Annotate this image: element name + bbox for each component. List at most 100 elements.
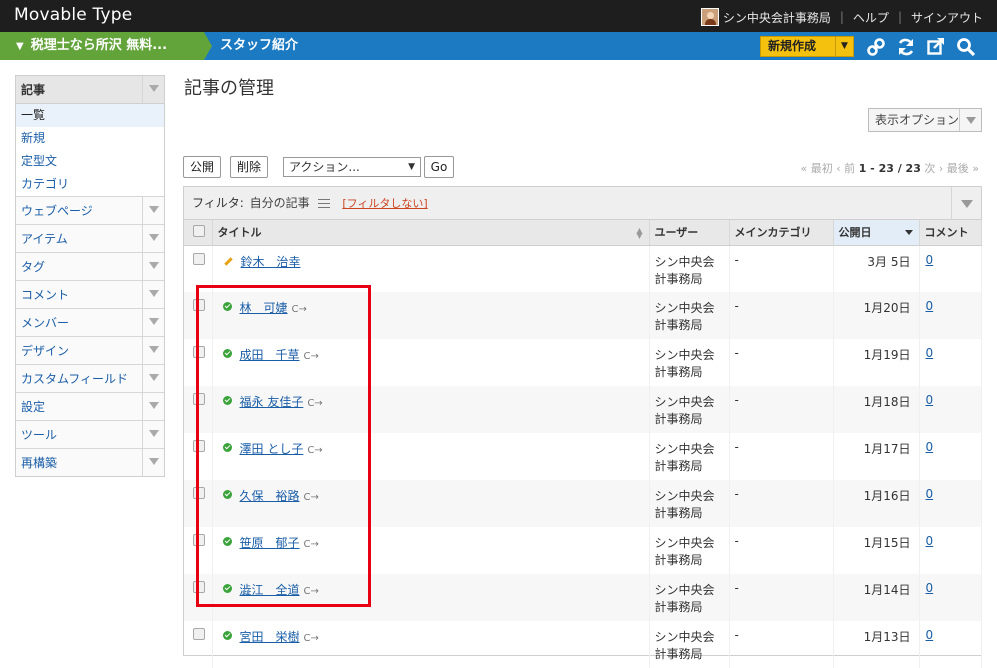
view-entry-icon[interactable]: C→ [307,398,322,409]
entry-title-link[interactable]: 福永 友佳子 [240,395,304,409]
row-checkbox[interactable] [193,534,205,546]
view-entry-icon[interactable]: C→ [292,304,307,315]
comment-count-link[interactable]: 0 [926,440,934,454]
chevron-down-icon[interactable] [951,187,981,220]
chevron-down-icon[interactable] [142,76,164,103]
display-options-button[interactable]: 表示オプション [868,108,982,132]
entry-title-link[interactable]: 宮田 栄樹 [240,630,300,644]
view-entry-icon[interactable]: C→ [304,633,319,644]
chevron-down-icon[interactable] [142,337,164,364]
table-row: 宮田 栄樹 C→ シン中央会計事務局 -1月13日 0 [184,621,982,668]
go-button[interactable]: Go [424,156,454,178]
new-create-button[interactable]: 新規作成 ▼ [760,36,854,57]
pager-prev[interactable]: ‹ 前 [836,162,855,175]
entry-title-link[interactable]: 林 可婕 [240,301,288,315]
sidebar-subitem-categories[interactable]: カテゴリ [16,173,164,196]
comment-count-link[interactable]: 0 [926,534,934,548]
column-header-user[interactable]: ユーザー [649,220,730,246]
pager-next[interactable]: 次 › [924,162,943,175]
delete-button[interactable]: 削除 [230,156,268,178]
sidebar-item-label: コメント [21,288,70,302]
sidebar-item-rebuild[interactable]: 再構築 [16,448,164,476]
entry-title-link[interactable]: 笹原 郁子 [240,536,300,550]
sidebar-item-label: デザイン [21,344,70,358]
comment-count-link[interactable]: 0 [926,253,934,267]
column-header-title[interactable]: タイトル ▲ ▼ [212,220,650,246]
avatar[interactable] [700,8,719,26]
select-all-checkbox[interactable] [193,224,205,237]
chevron-down-icon[interactable] [142,365,164,392]
signout-link[interactable]: サインアウト [911,9,983,26]
sidebar-item-tags[interactable]: タグ [16,252,164,280]
sidebar-subitem-list[interactable]: 一覧 [16,104,164,127]
entry-title-link[interactable]: 澁江 全道 [240,583,300,597]
sidebar-item-members[interactable]: メンバー [16,308,164,336]
refresh-icon[interactable] [896,37,916,57]
blog-selector[interactable]: ▼ 税理士なら所沢 無料... [0,32,204,60]
entry-title-link[interactable]: 久保 裕路 [240,489,300,503]
search-icon[interactable] [956,37,976,57]
sidebar-subitem-templates[interactable]: 定型文 [16,150,164,173]
view-entry-icon[interactable]: C→ [304,492,319,503]
sidebar-section-entries[interactable]: 記事 [16,76,164,104]
chevron-down-icon[interactable] [142,393,164,420]
category-cell: - [729,480,834,527]
chevron-down-icon[interactable] [142,197,164,224]
comment-count-link[interactable]: 0 [926,628,934,642]
category-cell: - [729,574,834,621]
entry-title-link[interactable]: 成田 千草 [240,348,300,362]
list-icon[interactable] [318,199,331,208]
comment-count-link[interactable]: 0 [926,299,934,313]
view-entry-icon[interactable]: C→ [304,586,319,597]
help-link[interactable]: ヘルプ [853,9,889,26]
external-view-icon[interactable] [926,37,946,57]
chevron-down-icon[interactable] [142,421,164,448]
row-checkbox[interactable] [193,581,205,593]
column-header-category[interactable]: メインカテゴリ [729,220,834,246]
publish-button[interactable]: 公開 [183,156,221,178]
column-header-date[interactable]: 公開日 [833,220,920,246]
chevron-down-icon[interactable]: ▼ [835,37,853,56]
chevron-down-icon[interactable] [142,309,164,336]
action-select[interactable]: アクション... ▼ [283,157,421,177]
row-checkbox[interactable] [193,487,205,499]
row-select-cell [184,621,213,668]
pager-last[interactable]: 最後 » [947,162,979,175]
chevron-down-icon[interactable] [142,253,164,280]
sidebar-item-settings[interactable]: 設定 [16,392,164,420]
chevron-down-icon[interactable] [142,281,164,308]
row-checkbox[interactable] [193,299,205,311]
entry-title-link[interactable]: 澤田 とし子 [240,442,304,456]
clear-filter-link[interactable]: [フィルタしない] [342,197,427,210]
row-checkbox[interactable] [193,252,205,265]
sidebar-item-webpages[interactable]: ウェブページ [16,196,164,224]
pager-first[interactable]: « 最初 [801,162,833,175]
row-checkbox[interactable] [193,628,205,640]
brand-logo[interactable]: Movable Type [14,5,132,25]
sidebar-item-tools[interactable]: ツール [16,420,164,448]
comment-count-link[interactable]: 0 [926,581,934,595]
view-entry-icon[interactable]: C→ [304,351,319,362]
row-checkbox[interactable] [193,346,205,358]
sidebar-item-custom-fields[interactable]: カスタムフィールド [16,364,164,392]
chevron-down-icon[interactable] [142,449,164,476]
sidebar-subitem-new[interactable]: 新規 [16,127,164,150]
entry-title-link[interactable]: 鈴木 治幸 [241,255,301,269]
title-cell: 澁江 全道 C→ [212,574,650,621]
category-cell: - [729,621,834,668]
user-name[interactable]: シン中央会計事務局 [723,9,831,26]
sidebar-item-comments[interactable]: コメント [16,280,164,308]
comment-count-link[interactable]: 0 [926,393,934,407]
comment-count-link[interactable]: 0 [926,487,934,501]
row-checkbox[interactable] [193,393,205,405]
comment-count-link[interactable]: 0 [926,346,934,360]
link-icon[interactable] [866,37,886,57]
sidebar-item-design[interactable]: デザイン [16,336,164,364]
chevron-down-icon[interactable] [142,225,164,252]
filter-name[interactable]: 自分の記事 [250,196,310,210]
view-entry-icon[interactable]: C→ [307,445,322,456]
view-entry-icon[interactable]: C→ [304,539,319,550]
column-header-comments[interactable]: コメント [919,220,982,246]
sidebar-item-assets[interactable]: アイテム [16,224,164,252]
row-checkbox[interactable] [193,440,205,452]
